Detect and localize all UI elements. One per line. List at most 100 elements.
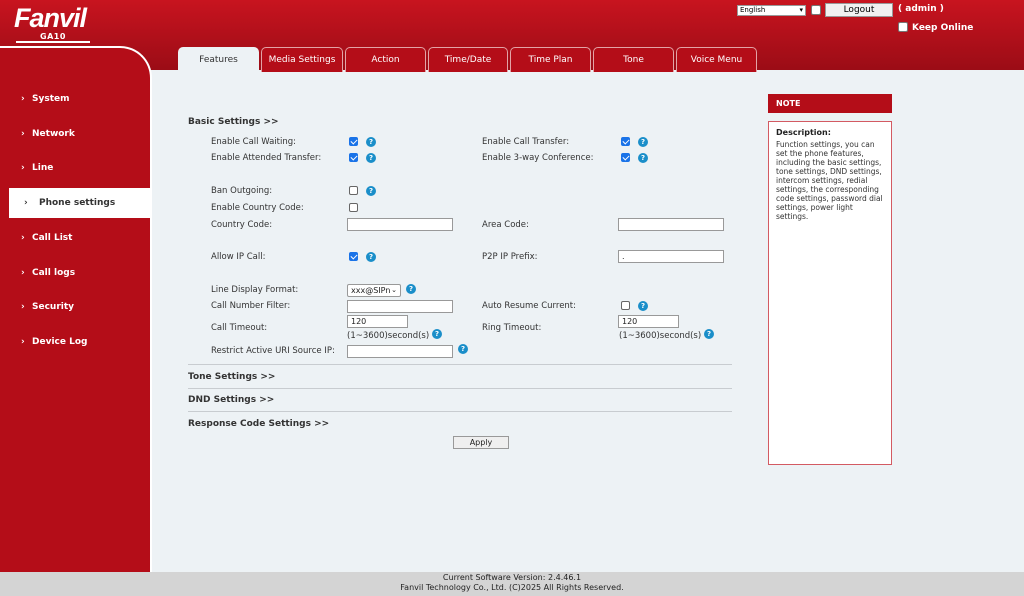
- chevron-right-icon: ›: [21, 233, 25, 243]
- call-timeout-input[interactable]: 120: [347, 315, 408, 328]
- chevron-down-icon: ▾: [799, 6, 803, 14]
- chevron-right-icon: ›: [21, 94, 25, 104]
- tab-media-settings[interactable]: Media Settings: [261, 47, 343, 72]
- note-title: Description:: [776, 128, 831, 137]
- tab-features[interactable]: Features: [178, 47, 259, 72]
- chevron-right-icon: ›: [21, 268, 25, 278]
- line-display-format-select[interactable]: xxx@SIPn ⌄: [347, 284, 401, 297]
- logo-underline: [16, 41, 90, 43]
- three-way-conference-checkbox[interactable]: [621, 153, 630, 162]
- allow-ip-call-checkbox[interactable]: [349, 252, 358, 261]
- tone-settings-title[interactable]: Tone Settings >>: [188, 372, 275, 382]
- copyright: Fanvil Technology Co., Ltd. (C)2025 All …: [400, 583, 624, 592]
- restrict-uri-input[interactable]: [347, 345, 453, 358]
- ban-outgoing-label: Ban Outgoing:: [211, 186, 273, 196]
- note-panel: Description: Function settings, you can …: [768, 121, 892, 465]
- header-checkbox[interactable]: [811, 5, 821, 15]
- help-icon[interactable]: ?: [638, 301, 648, 311]
- help-icon[interactable]: ?: [366, 252, 376, 262]
- area-code-input[interactable]: [618, 218, 724, 231]
- apply-button[interactable]: Apply: [453, 436, 509, 449]
- footer: Current Software Version: 2.4.46.1 Fanvi…: [0, 572, 1024, 596]
- call-number-filter-input[interactable]: [347, 300, 453, 313]
- tab-voice-menu[interactable]: Voice Menu: [676, 47, 757, 72]
- fanvil-logo: Fanvil GA10: [14, 3, 92, 43]
- auto-resume-checkbox[interactable]: [621, 301, 630, 310]
- sidebar: › System › Network › Line › Phone settin…: [0, 46, 152, 572]
- sidebar-item-network[interactable]: › Network: [0, 119, 150, 149]
- sidebar-item-phone-settings[interactable]: › Phone settings: [9, 188, 152, 218]
- language-select[interactable]: English ▾: [737, 5, 806, 16]
- tab-time-plan[interactable]: Time Plan: [510, 47, 591, 72]
- call-transfer-checkbox[interactable]: [621, 137, 630, 146]
- sidebar-item-label: Call logs: [32, 268, 76, 278]
- basic-settings-title[interactable]: Basic Settings >>: [188, 117, 279, 127]
- sidebar-item-call-logs[interactable]: › Call logs: [0, 258, 150, 288]
- line-display-format-label: Line Display Format:: [211, 285, 299, 295]
- country-code-enable-label: Enable Country Code:: [211, 203, 304, 213]
- logout-button[interactable]: Logout: [825, 3, 893, 17]
- chevron-down-icon: ⌄: [391, 286, 397, 294]
- tab-tone[interactable]: Tone: [593, 47, 674, 72]
- sidebar-item-label: System: [32, 94, 70, 104]
- country-code-enable-checkbox[interactable]: [349, 203, 358, 212]
- chevron-right-icon: ›: [21, 163, 25, 173]
- logo-text: Fanvil: [14, 3, 87, 33]
- note-body: Function settings, you can set the phone…: [776, 140, 883, 221]
- tab-time-date[interactable]: Time/Date: [428, 47, 508, 72]
- attended-transfer-checkbox[interactable]: [349, 153, 358, 162]
- ring-timeout-input[interactable]: 120: [618, 315, 679, 328]
- help-icon[interactable]: ?: [366, 186, 376, 196]
- country-code-input[interactable]: [347, 218, 453, 231]
- call-waiting-label: Enable Call Waiting:: [211, 137, 296, 147]
- p2p-ip-prefix-label: P2P IP Prefix:: [482, 252, 538, 262]
- main-content: [152, 72, 1024, 572]
- sidebar-item-line[interactable]: › Line: [0, 153, 150, 183]
- sidebar-item-label: Device Log: [32, 337, 88, 347]
- sidebar-item-call-list[interactable]: › Call List: [0, 223, 150, 253]
- chevron-right-icon: ›: [21, 337, 25, 347]
- keep-online-checkbox[interactable]: [898, 22, 908, 32]
- country-code-label: Country Code:: [211, 220, 273, 230]
- help-icon[interactable]: ?: [458, 344, 468, 354]
- user-label: ( admin ): [898, 4, 944, 14]
- help-icon[interactable]: ?: [638, 137, 648, 147]
- ring-timeout-hint: (1~3600)second(s): [619, 331, 702, 341]
- tab-action[interactable]: Action: [345, 47, 426, 72]
- help-icon[interactable]: ?: [366, 153, 376, 163]
- help-icon[interactable]: ?: [366, 137, 376, 147]
- sidebar-item-label: Phone settings: [39, 198, 116, 208]
- help-icon[interactable]: ?: [638, 153, 648, 163]
- language-value: English: [740, 6, 766, 14]
- allow-ip-call-label: Allow IP Call:: [211, 252, 266, 262]
- note-header: NOTE: [768, 94, 892, 113]
- line-display-format-value: xxx@SIPn: [351, 286, 391, 295]
- restrict-uri-label: Restrict Active URI Source IP:: [211, 346, 335, 356]
- sidebar-item-device-log[interactable]: › Device Log: [0, 327, 150, 357]
- attended-transfer-label: Enable Attended Transfer:: [211, 153, 322, 163]
- dnd-settings-title[interactable]: DND Settings >>: [188, 395, 274, 405]
- response-code-settings-title[interactable]: Response Code Settings >>: [188, 419, 329, 429]
- ring-timeout-label: Ring Timeout:: [482, 323, 542, 333]
- sidebar-item-system[interactable]: › System: [0, 84, 150, 114]
- divider: [188, 364, 732, 365]
- p2p-ip-prefix-input[interactable]: .: [618, 250, 724, 263]
- help-icon[interactable]: ?: [432, 329, 442, 339]
- keep-online-label: Keep Online: [912, 23, 974, 33]
- three-way-conference-label: Enable 3-way Conference:: [482, 153, 594, 163]
- model-label: GA10: [40, 32, 66, 41]
- area-code-label: Area Code:: [482, 220, 529, 230]
- sidebar-item-label: Call List: [32, 233, 73, 243]
- auto-resume-label: Auto Resume Current:: [482, 301, 577, 311]
- sidebar-item-security[interactable]: › Security: [0, 292, 150, 322]
- help-icon[interactable]: ?: [406, 284, 416, 294]
- chevron-right-icon: ›: [24, 198, 28, 208]
- call-number-filter-label: Call Number Filter:: [211, 301, 291, 311]
- chevron-right-icon: ›: [21, 129, 25, 139]
- sidebar-item-label: Network: [32, 129, 75, 139]
- help-icon[interactable]: ?: [704, 329, 714, 339]
- sidebar-item-label: Line: [32, 163, 54, 173]
- ban-outgoing-checkbox[interactable]: [349, 186, 358, 195]
- call-waiting-checkbox[interactable]: [349, 137, 358, 146]
- sidebar-item-label: Security: [32, 302, 75, 312]
